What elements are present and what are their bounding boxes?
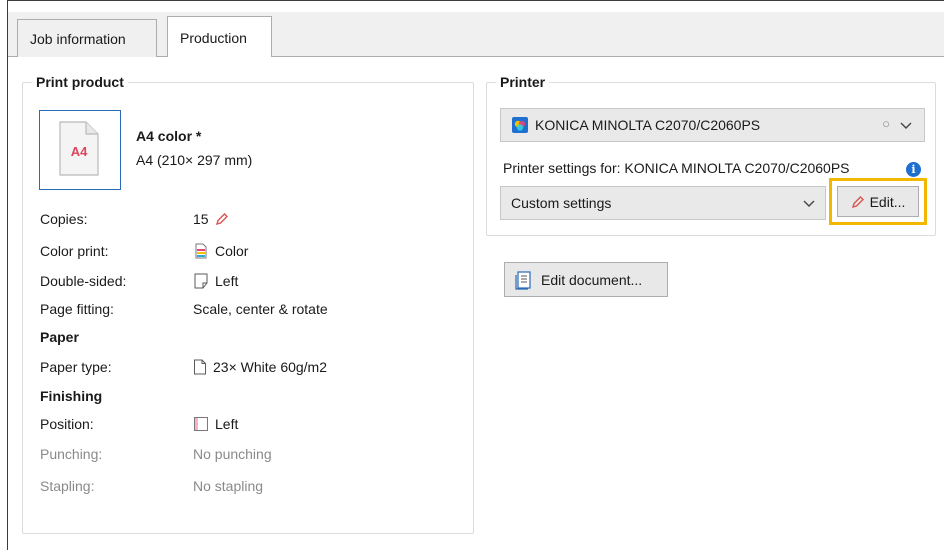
printer-select[interactable]: KONICA MINOLTA C2070/C2060PS ○	[500, 108, 925, 142]
position-label: Position:	[40, 416, 94, 432]
tab-strip: Job information Production	[8, 12, 944, 58]
page-fitting-value: Scale, center & rotate	[193, 301, 328, 317]
stapling-row: Stapling: No stapling	[40, 475, 460, 497]
info-icon[interactable]: i	[906, 162, 921, 177]
paper-heading: Paper	[40, 329, 79, 345]
product-name: A4 color *	[136, 128, 202, 144]
printer-select-value: KONICA MINOLTA C2070/C2060PS	[535, 117, 761, 133]
double-sided-icon	[194, 273, 208, 289]
color-print-value: Color	[215, 243, 249, 259]
punching-value: No punching	[193, 446, 272, 462]
printer-settings-value: Custom settings	[511, 195, 612, 211]
edit-printer-settings-button[interactable]: Edit...	[837, 186, 919, 217]
product-thumbnail[interactable]: A4	[39, 110, 121, 190]
punching-row: Punching: No punching	[40, 443, 460, 465]
tab-job-information[interactable]: Job information	[17, 19, 157, 57]
chevron-down-icon	[803, 200, 815, 207]
pencil-icon	[851, 195, 864, 208]
copies-value: 15	[193, 211, 209, 227]
copies-label: Copies:	[40, 211, 88, 227]
finishing-position-icon	[194, 417, 208, 431]
copies-row: Copies: 15	[40, 208, 460, 230]
edit-document-button[interactable]: Edit document...	[504, 262, 668, 297]
chevron-down-icon	[900, 122, 912, 129]
double-sided-value: Left	[215, 273, 239, 289]
tab-label: Job information	[30, 31, 126, 47]
paper-type-label: Paper type:	[40, 359, 112, 375]
status-circle-icon: ○	[882, 116, 890, 131]
edit-document-label: Edit document...	[541, 271, 643, 288]
printer-title: Printer	[500, 74, 546, 90]
page-fitting-row: Page fitting: Scale, center & rotate	[40, 298, 460, 320]
copies-value-group: 15	[193, 208, 229, 230]
color-print-icon	[195, 243, 207, 259]
page-fitting-value-group: Scale, center & rotate	[193, 298, 328, 320]
tab-production[interactable]: Production	[167, 16, 272, 58]
edit-document-icon	[515, 270, 531, 290]
thumbnail-label: A4	[71, 144, 88, 159]
paper-type-row: Paper type: 23× White 60g/m2	[40, 356, 460, 378]
edit-button-label: Edit...	[869, 193, 906, 210]
double-sided-label: Double-sided:	[40, 273, 127, 289]
product-size: A4 (210× 297 mm)	[136, 152, 253, 168]
tab-label: Production	[180, 30, 247, 46]
page-fitting-label: Page fitting:	[40, 301, 114, 317]
paper-type-value: 23× White 60g/m2	[213, 359, 328, 375]
stapling-value-group: No stapling	[193, 475, 263, 497]
double-sided-value-group: Left	[193, 270, 238, 292]
stapling-label: Stapling:	[40, 478, 95, 494]
stapling-value: No stapling	[193, 478, 264, 494]
paper-icon	[194, 359, 206, 375]
pencil-icon[interactable]	[215, 212, 229, 226]
position-row: Position: Left	[40, 413, 460, 435]
double-sided-row: Double-sided: Left	[40, 270, 460, 292]
punching-value-group: No punching	[193, 443, 272, 465]
printer-icon	[512, 117, 528, 133]
position-value-group: Left	[193, 413, 238, 435]
color-print-row: Color print: Color	[40, 240, 460, 262]
color-print-value-group: Color	[193, 240, 248, 262]
position-value: Left	[215, 416, 239, 432]
punching-label: Punching:	[40, 446, 103, 462]
print-product-title: Print product	[36, 74, 124, 90]
finishing-heading: Finishing	[40, 388, 103, 404]
color-print-label: Color print:	[40, 243, 109, 259]
printer-settings-label: Printer settings for: KONICA MINOLTA C20…	[503, 160, 850, 176]
printer-settings-select[interactable]: Custom settings	[500, 186, 826, 220]
page-a4-icon: A4	[59, 121, 99, 176]
paper-type-value-group: 23× White 60g/m2	[193, 356, 327, 378]
